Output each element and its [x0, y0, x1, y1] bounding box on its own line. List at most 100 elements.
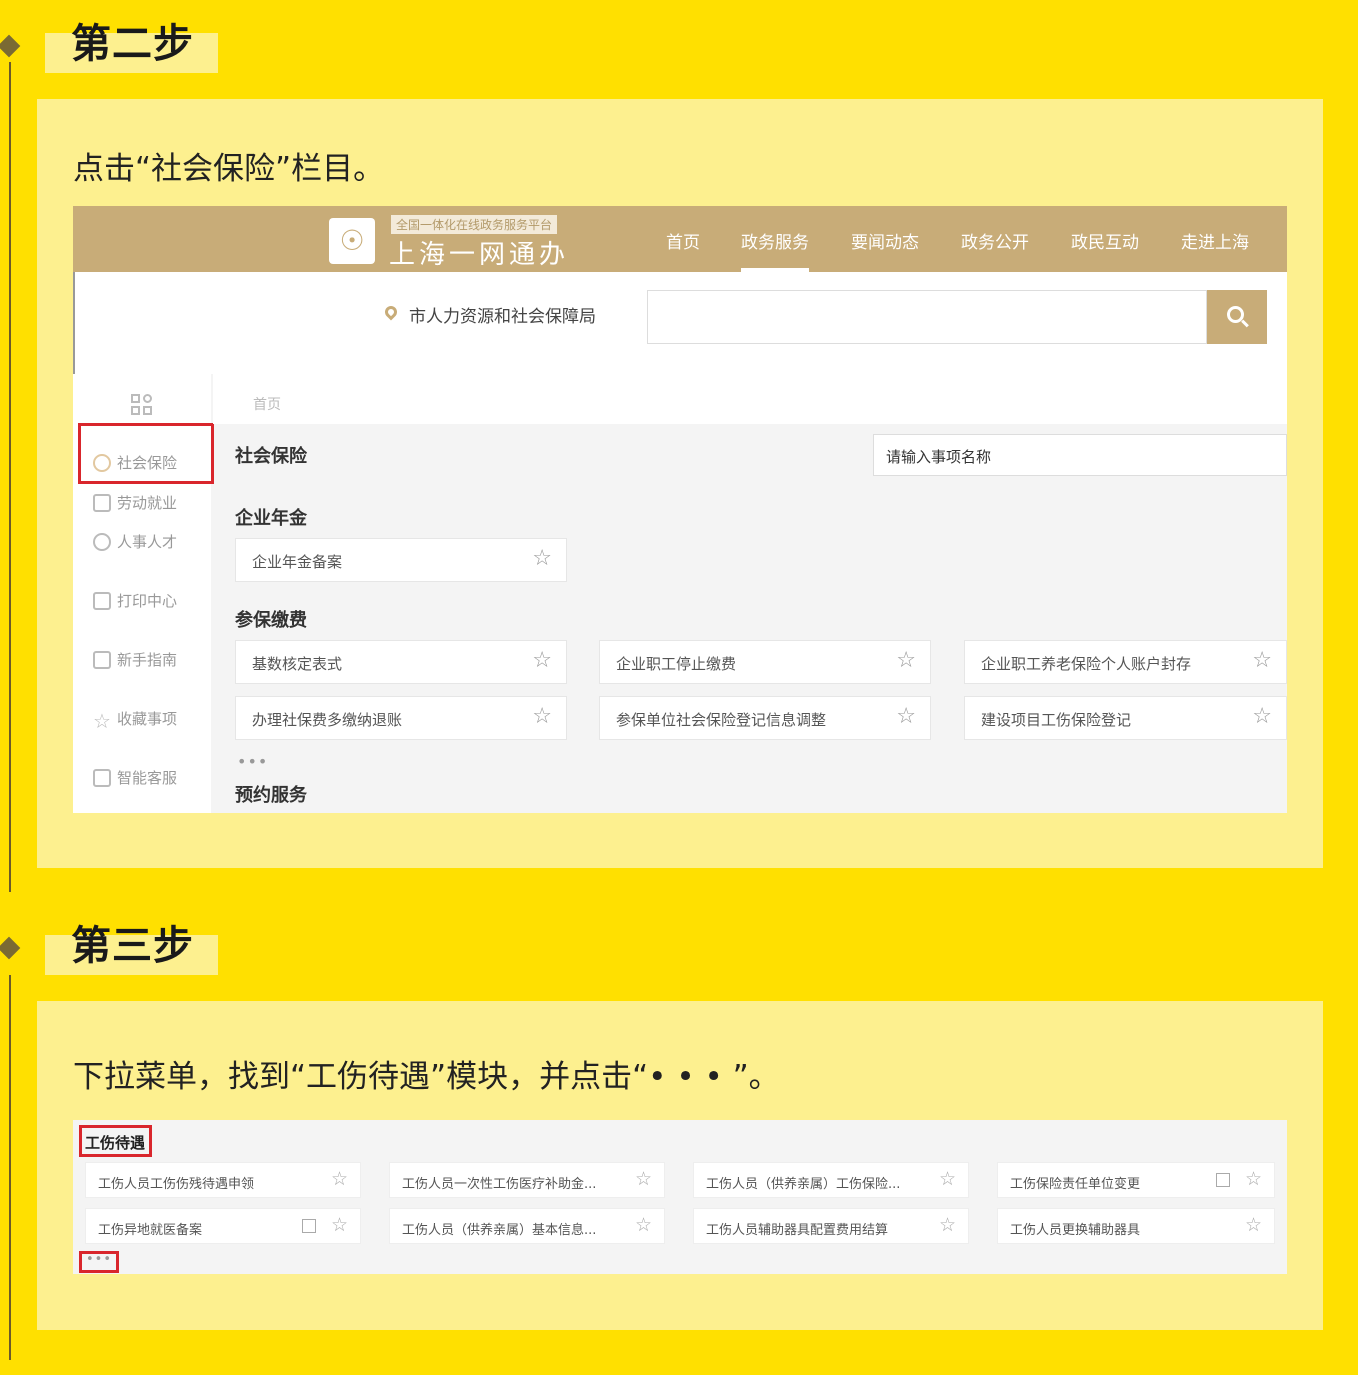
service-card-label: 基数核定表式 — [252, 655, 343, 673]
injury-card-label: 工伤人员（供养亲属）基本信息... — [402, 1223, 597, 1238]
favorite-star-icon[interactable]: ☆ — [896, 706, 916, 728]
timeline-line — [9, 975, 11, 1360]
step2-instruction: 点击“社会保险”栏目。 — [73, 151, 385, 187]
platform-tag: 全国一体化在线政务服务平台 — [391, 215, 558, 234]
injury-service-card[interactable]: 工伤人员辅助器具配置费用结算 ☆ — [693, 1208, 969, 1244]
portal-search-input[interactable] — [647, 290, 1207, 344]
favorite-star-icon[interactable]: ☆ — [939, 1216, 956, 1235]
injury-title-highlight — [79, 1125, 152, 1157]
favorite-star-icon[interactable]: ☆ — [635, 1216, 652, 1235]
more-button-highlight — [79, 1251, 119, 1273]
injury-service-card[interactable]: 工伤人员（供养亲属）基本信息... ☆ — [389, 1208, 665, 1244]
sidebar-label: 人事人才 — [117, 533, 178, 551]
printer-icon — [93, 592, 111, 610]
group-title: 预约服务 — [235, 785, 307, 806]
service-card[interactable]: 建设项目工伤保险登记 ☆ — [964, 696, 1287, 740]
injury-card-label: 工伤保险责任单位变更 — [1010, 1177, 1141, 1192]
service-card[interactable]: 企业年金备案 ☆ — [235, 538, 567, 582]
service-card[interactable]: 办理社保费多缴纳退账 ☆ — [235, 696, 567, 740]
injury-service-card[interactable]: 工伤人员更换辅助器具 ☆ — [997, 1208, 1275, 1244]
favorite-star-icon[interactable]: ☆ — [331, 1170, 348, 1189]
apps-grid-icon — [131, 394, 153, 416]
service-card[interactable]: 参保单位社会保险登记信息调整 ☆ — [599, 696, 931, 740]
service-card-label: 企业年金备案 — [252, 553, 343, 571]
injury-card-label: 工伤人员（供养亲属）工伤保险... — [706, 1177, 901, 1192]
sidebar-item-print[interactable]: 打印中心 — [93, 590, 177, 611]
injury-card-label: 工伤异地就医备案 — [98, 1223, 203, 1238]
group-title: 参保缴费 — [235, 610, 307, 631]
sidebar-item-talent[interactable]: 人事人才 — [93, 531, 177, 552]
portal-logo-icon: ☉ — [329, 218, 375, 264]
injury-service-card[interactable]: 工伤人员工伤伤残待遇申领 ☆ — [85, 1162, 361, 1198]
favorite-star-icon[interactable]: ☆ — [331, 1216, 348, 1235]
step3-heading: 第三步 — [45, 923, 218, 975]
service-card-label: 建设项目工伤保险登记 — [981, 711, 1132, 729]
item-search-input[interactable]: 请输入事项名称 — [873, 434, 1287, 476]
search-button[interactable] — [1207, 290, 1267, 344]
service-card[interactable]: 基数核定表式 ☆ — [235, 640, 567, 684]
injury-card-label: 工伤人员更换辅助器具 — [1010, 1223, 1141, 1238]
service-card[interactable]: 企业职工停止缴费 ☆ — [599, 640, 931, 684]
injury-service-card[interactable]: 工伤人员一次性工伤医疗补助金... ☆ — [389, 1162, 665, 1198]
step3-instruction: 下拉菜单，找到“工伤待遇”模块，并点击“• • • ”。 — [73, 1059, 780, 1095]
service-card-label: 企业职工停止缴费 — [616, 655, 737, 673]
favorite-star-icon[interactable]: ☆ — [1245, 1216, 1262, 1235]
nav-affairs[interactable]: 政务公开 — [961, 228, 1029, 253]
breadcrumb[interactable]: 首页 — [253, 394, 281, 414]
employment-icon — [93, 494, 111, 512]
favorite-star-icon[interactable]: ☆ — [1245, 1170, 1262, 1189]
service-card-label: 企业职工养老保险个人账户封存 — [981, 655, 1192, 673]
chat-icon — [93, 769, 111, 787]
favorite-star-icon[interactable]: ☆ — [635, 1170, 652, 1189]
nav-home[interactable]: 首页 — [666, 228, 700, 253]
sidebar-item-favorites[interactable]: ☆ 收藏事项 — [93, 708, 178, 733]
favorite-star-icon[interactable]: ☆ — [532, 650, 552, 672]
favorite-star-icon[interactable]: ☆ — [532, 706, 552, 728]
favorite-star-icon[interactable]: ☆ — [1252, 706, 1272, 728]
more-button[interactable]: ••• — [237, 752, 268, 771]
document-icon — [302, 1219, 316, 1233]
sidebar-item-customer-service[interactable]: 智能客服 — [93, 767, 177, 788]
step-marker-icon — [0, 936, 21, 960]
injury-service-card[interactable]: 工伤保险责任单位变更 ☆ — [997, 1162, 1275, 1198]
star-icon: ☆ — [93, 709, 111, 733]
guide-icon — [93, 651, 111, 669]
step3-title: 第三步 — [71, 923, 194, 969]
step-marker-icon — [0, 34, 21, 58]
favorite-star-icon[interactable]: ☆ — [532, 548, 552, 570]
service-card[interactable]: 企业职工养老保险个人账户封存 ☆ — [964, 640, 1287, 684]
injury-service-card[interactable]: 工伤异地就医备案 ☆ — [85, 1208, 361, 1244]
timeline-line — [9, 62, 11, 892]
search-icon-handle — [1241, 319, 1249, 328]
injury-benefits-screenshot: 工伤待遇 工伤人员工伤伤残待遇申领 ☆ 工伤人员一次性工伤医疗补助金... ☆ 工伤… — [73, 1120, 1287, 1274]
nav-news[interactable]: 要闻动态 — [851, 228, 919, 253]
department-name: 市人力资源和社会保障局 — [409, 307, 596, 327]
sidebar-item-guide[interactable]: 新手指南 — [93, 649, 177, 670]
sidebar-label: 打印中心 — [117, 592, 178, 610]
injury-service-card[interactable]: 工伤人员（供养亲属）工伤保险... ☆ — [693, 1162, 969, 1198]
sidebar-label: 收藏事项 — [117, 710, 178, 728]
nav-interaction[interactable]: 政民互动 — [1071, 228, 1139, 253]
sidebar-item-employment[interactable]: 劳动就业 — [93, 492, 177, 513]
person-icon — [93, 533, 111, 551]
portal-screenshot: ☉ 全国一体化在线政务服务平台 上海一网通办 首页 政务服务 要闻动态 政务公开… — [73, 206, 1287, 813]
portal-header: ☉ 全国一体化在线政务服务平台 上海一网通办 首页 政务服务 要闻动态 政务公开… — [73, 206, 1287, 272]
document-icon — [1216, 1173, 1230, 1187]
sidebar-label: 新手指南 — [117, 651, 178, 669]
favorite-star-icon[interactable]: ☆ — [896, 650, 916, 672]
nav-shanghai[interactable]: 走进上海 — [1181, 228, 1249, 253]
breadcrumb-bar — [213, 374, 1287, 424]
sidebar-label: 劳动就业 — [117, 494, 178, 512]
injury-card-label: 工伤人员工伤伤残待遇申领 — [98, 1177, 255, 1192]
social-insurance-highlight — [78, 423, 214, 484]
favorite-star-icon[interactable]: ☆ — [1252, 650, 1272, 672]
injury-card-label: 工伤人员辅助器具配置费用结算 — [706, 1223, 889, 1238]
nav-services[interactable]: 政务服务 — [741, 228, 809, 272]
step2-heading: 第二步 — [45, 21, 218, 73]
portal-brand: 上海一网通办 — [389, 240, 570, 270]
service-card-label: 办理社保费多缴纳退账 — [252, 711, 403, 729]
step2-title: 第二步 — [71, 21, 194, 67]
location-pin-icon — [382, 303, 400, 321]
injury-card-label: 工伤人员一次性工伤医疗补助金... — [402, 1177, 597, 1192]
favorite-star-icon[interactable]: ☆ — [939, 1170, 956, 1189]
